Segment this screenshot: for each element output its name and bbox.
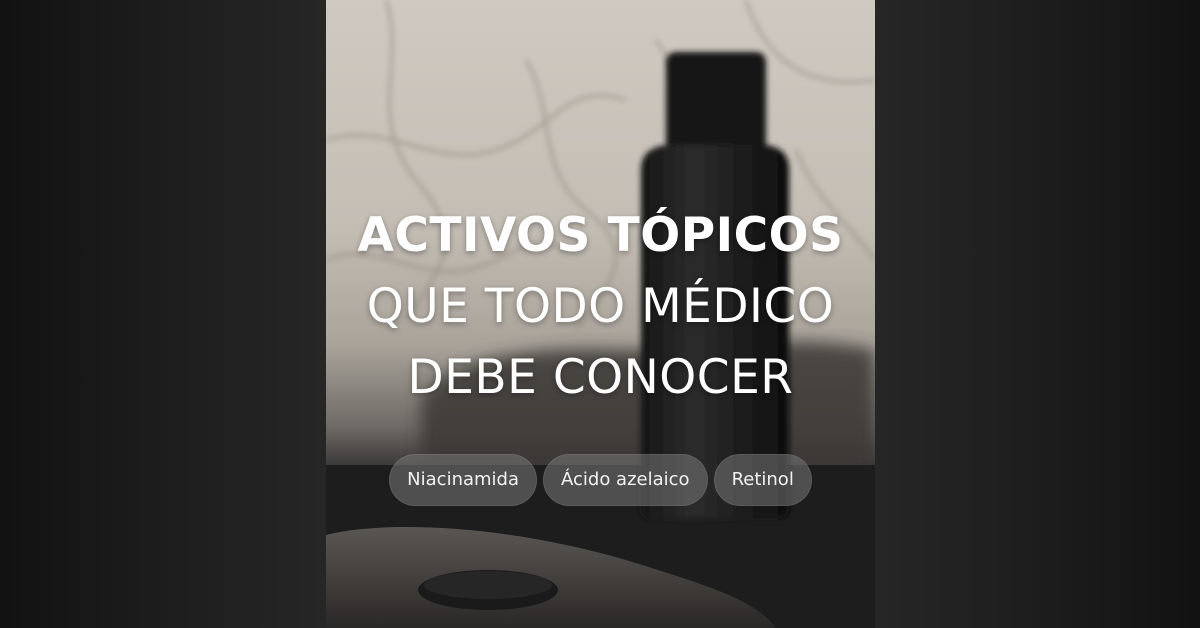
tag-retinol: Retinol [713,454,812,506]
headline: ACTIVOS TÓPICOS QUE TODO MÉDICO DEBE CON… [326,200,875,413]
tag-niacinamida: Niacinamida [389,454,537,506]
dark-side-panel-right [875,0,1200,628]
tag-list: Niacinamida Ácido azelaico Retinol [326,454,875,506]
headline-line-2: QUE TODO MÉDICO [366,279,835,334]
headline-line-1: ACTIVOS TÓPICOS [357,208,844,263]
headline-line-3: DEBE CONOCER [407,350,794,405]
product-photo: ACTIVOS TÓPICOS QUE TODO MÉDICO DEBE CON… [326,0,875,628]
tag-acido-azelaico: Ácido azelaico [543,454,708,506]
dark-side-panel-left [0,0,326,628]
banner: ACTIVOS TÓPICOS QUE TODO MÉDICO DEBE CON… [0,0,1200,628]
